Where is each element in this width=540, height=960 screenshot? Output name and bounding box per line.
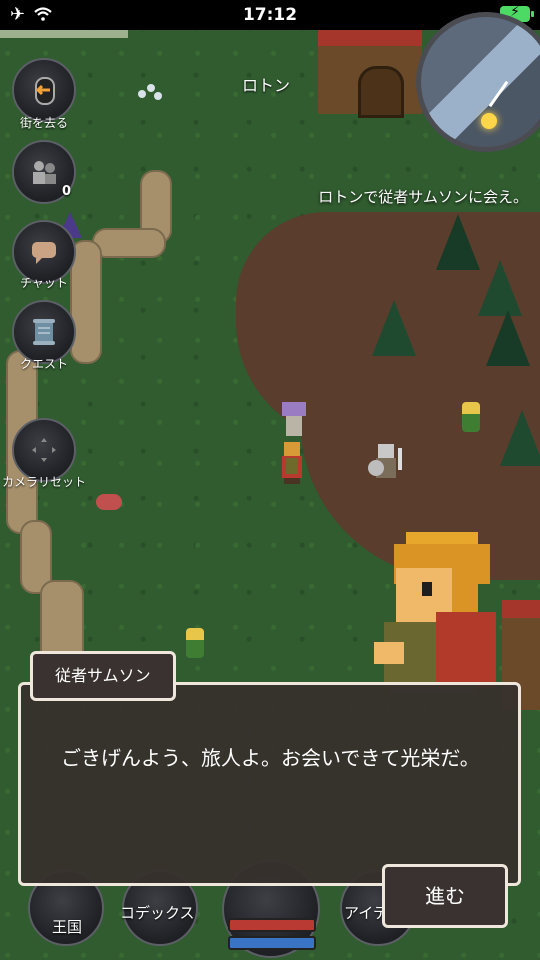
codex-label: コデックス [120, 904, 195, 922]
leave-town-button[interactable] [12, 58, 76, 122]
pine-tree [486, 310, 530, 366]
pine-tree [500, 410, 540, 466]
sun-icon [481, 113, 497, 129]
pine-tree [478, 260, 522, 316]
location-name: ロトン [242, 76, 291, 95]
speech-bubble-icon [32, 242, 56, 264]
leave-town-label: 街を去る [19, 116, 68, 130]
mana-bar [228, 936, 316, 950]
house-door [358, 66, 404, 118]
party-count: 0 [62, 184, 72, 199]
npc-character[interactable] [276, 400, 312, 440]
dpad-icon [32, 438, 56, 462]
chat-label: チャット [20, 276, 68, 290]
speaker-name: 従者サムソン [30, 651, 176, 701]
meat-item [96, 494, 122, 510]
scroll-icon [33, 319, 55, 345]
pine-tree [372, 300, 416, 356]
compass-needle-icon [488, 80, 509, 108]
door-arrow-icon [35, 77, 55, 105]
dialog-box[interactable]: ごきげんよう、旅人よ。お会いできて光栄だ。 [18, 682, 521, 886]
camera-reset-label: カメラリセット [1, 475, 86, 489]
speaker-portrait [374, 532, 496, 694]
next-button[interactable]: 進む [382, 864, 508, 928]
yellow-plant [186, 628, 204, 658]
quest-objective: ロトンで従者サムソンに会え。 [318, 188, 528, 206]
dirt-path [92, 228, 166, 258]
flowers [138, 84, 164, 104]
player-character[interactable] [274, 440, 310, 486]
yellow-plant [462, 402, 480, 432]
quest-label: クエスト [19, 357, 68, 371]
kingdom-label: 王国 [52, 918, 83, 936]
knight-npc[interactable] [366, 440, 410, 486]
party-icon [33, 161, 56, 184]
pine-tree [436, 214, 480, 270]
health-bar [228, 918, 316, 932]
dialog-text: ごきげんよう、旅人よ。お会いできて光栄だ。 [61, 746, 480, 770]
house [318, 28, 422, 118]
